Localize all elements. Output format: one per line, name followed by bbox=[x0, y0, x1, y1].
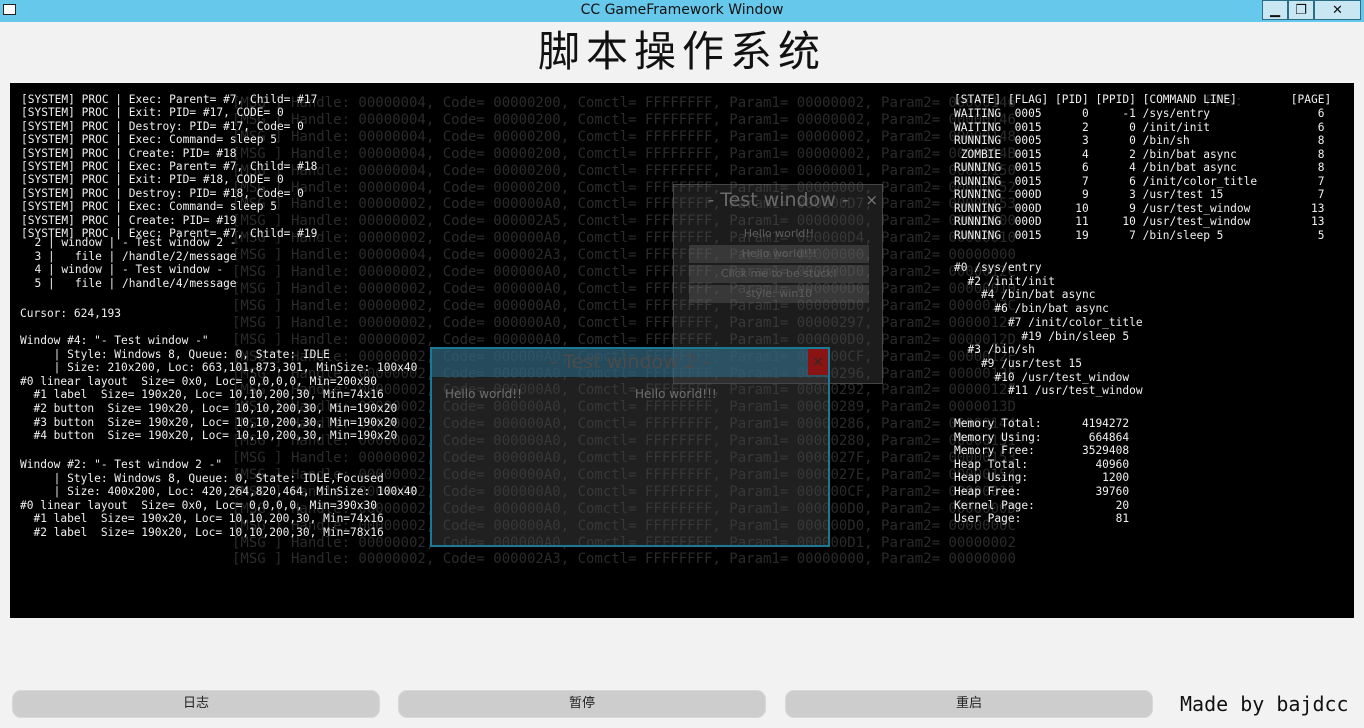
test-window-2[interactable]: - Test window 2 - × Hello world!! Hello … bbox=[430, 347, 830, 547]
window-4-info: Window #4: "- Test window -" | Style: Wi… bbox=[20, 334, 418, 443]
test-window-stuck-button[interactable]: Click me to be stuck! bbox=[689, 265, 869, 283]
maximize-button[interactable]: ❐ bbox=[1288, 0, 1314, 20]
credit-text: Made by bajdcc bbox=[1180, 692, 1349, 716]
test-window-2-title[interactable]: - Test window 2 - bbox=[432, 351, 828, 373]
test-window-style-button[interactable]: style: win10 bbox=[689, 285, 869, 303]
console-screen[interactable]: [MSG ] Handle: 00000004, Code= 00000200,… bbox=[10, 83, 1354, 618]
test-window-2-label-1: Hello world!! bbox=[445, 387, 522, 401]
log-button[interactable]: 日志 bbox=[12, 690, 380, 718]
process-table: WAITING 0005 0 -1 /sys/entry 6 WAITING 0… bbox=[954, 107, 1325, 242]
window-titlebar: CC GameFramework Window ▁ ❐ ✕ bbox=[0, 0, 1364, 22]
pause-button[interactable]: 暂停 bbox=[398, 690, 766, 718]
test-window-2-close-icon[interactable]: × bbox=[808, 349, 828, 375]
handle-list: 2 | window | - Test window 2 - 3 | file … bbox=[34, 236, 237, 290]
window-title: CC GameFramework Window bbox=[580, 2, 784, 18]
page-title: 脚本操作系统 bbox=[537, 27, 826, 76]
test-window-hello-button[interactable]: Hello world!!! bbox=[689, 245, 869, 263]
test-window-2-label-2: Hello world!!! bbox=[635, 387, 717, 401]
restart-button[interactable]: 重启 bbox=[785, 690, 1153, 718]
process-table-header: [STATE] [FLAG] [PID] [PPID] [COMMAND LIN… bbox=[954, 93, 1332, 106]
system-log: [SYSTEM] PROC | Exec: Parent= #7, Child=… bbox=[21, 93, 318, 241]
test-window-label: Hello world!! bbox=[743, 227, 815, 240]
test-window-title[interactable]: - Test window - bbox=[674, 189, 882, 211]
test-window-close-icon[interactable]: × bbox=[865, 191, 878, 209]
minimize-button[interactable]: ▁ bbox=[1262, 0, 1288, 20]
process-tree: #0 /sys/entry #2 /init/init #4 /bin/bat … bbox=[954, 261, 1143, 398]
window-2-info: Window #2: "- Test window 2 -" | Style: … bbox=[20, 458, 418, 539]
close-button[interactable]: ✕ bbox=[1314, 0, 1361, 20]
memory-stats: Memory Total: 4194272 Memory Using: 6648… bbox=[954, 417, 1130, 526]
cursor-position: Cursor: 624,193 bbox=[20, 307, 122, 320]
